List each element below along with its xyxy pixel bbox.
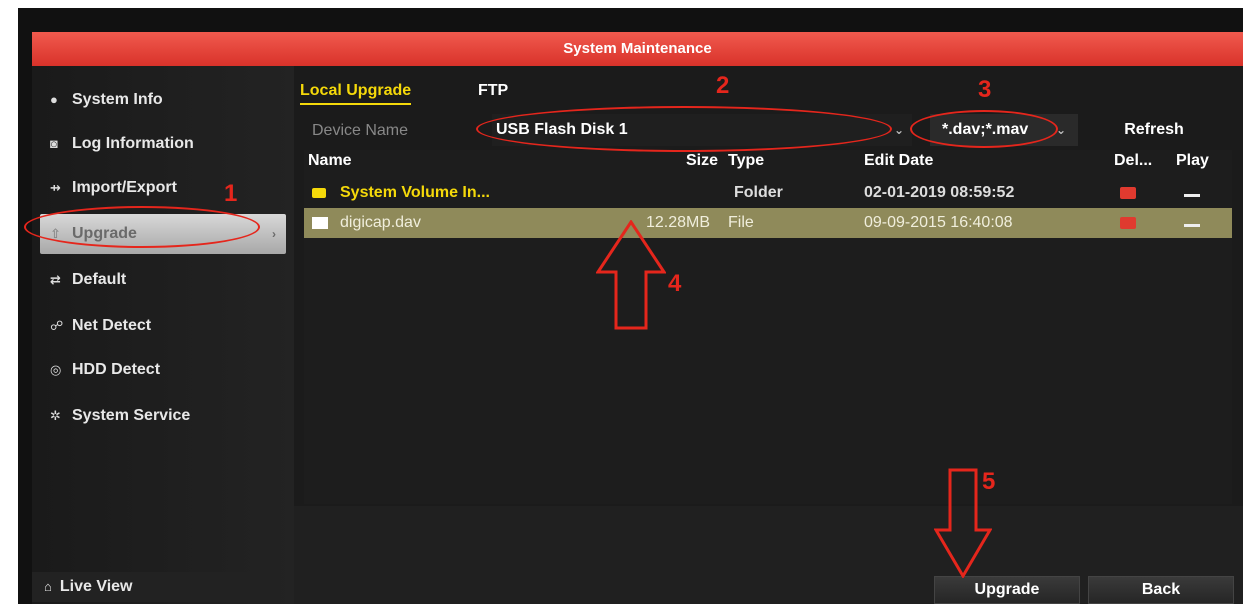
live-view-button[interactable]: ⌂ Live View bbox=[32, 572, 264, 602]
sidebar-item-system-info[interactable]: ● System Info bbox=[40, 80, 286, 120]
sidebar-item-default[interactable]: ⇄ Default bbox=[40, 260, 286, 300]
sidebar-item-label: Default bbox=[72, 271, 127, 288]
play-icon[interactable] bbox=[1184, 208, 1200, 238]
annotation-number: 4 bbox=[668, 270, 682, 297]
import-export-icon: ⇸ bbox=[50, 180, 61, 195]
default-icon: ⇄ bbox=[50, 272, 61, 287]
sidebar-item-label: Log Information bbox=[72, 135, 194, 152]
annotation-number: 3 bbox=[978, 76, 992, 103]
sidebar-item-import-export[interactable]: ⇸ Import/Export bbox=[40, 168, 286, 208]
column-header-play[interactable]: Play bbox=[1176, 152, 1209, 170]
column-header-name[interactable]: Name bbox=[308, 152, 352, 170]
sidebar-item-label: System Service bbox=[72, 407, 191, 424]
table-row-selected[interactable]: digicap.dav 12.28MB File 09-09-2015 16:4… bbox=[304, 208, 1232, 238]
back-button[interactable]: Back bbox=[1088, 576, 1234, 604]
file-icon bbox=[312, 208, 328, 240]
home-icon: ⌂ bbox=[44, 579, 52, 594]
sidebar-item-system-service[interactable]: ✲ System Service bbox=[40, 396, 286, 436]
chevron-right-icon: › bbox=[272, 227, 276, 241]
column-header-type[interactable]: Type bbox=[728, 152, 764, 170]
hdd-icon: ◎ bbox=[50, 362, 62, 377]
sidebar-item-hdd-detect[interactable]: ◎ HDD Detect bbox=[40, 350, 286, 390]
info-icon: ● bbox=[50, 92, 58, 107]
chevron-down-icon: ⌄ bbox=[893, 123, 904, 137]
file-table: Name Size Type Edit Date Del... Play Sys… bbox=[304, 150, 1232, 504]
log-icon: ◙ bbox=[50, 136, 58, 151]
play-icon[interactable] bbox=[1184, 178, 1200, 208]
delete-icon[interactable] bbox=[1120, 208, 1136, 240]
annotation-ring-device bbox=[476, 106, 892, 152]
sidebar-item-net-detect[interactable]: ☍ Net Detect bbox=[40, 306, 286, 346]
sidebar-item-label: HDD Detect bbox=[72, 361, 161, 378]
sidebar-item-label: Import/Export bbox=[72, 179, 177, 196]
file-name: System Volume In... bbox=[340, 184, 490, 201]
arrow-up-annotation-icon bbox=[596, 220, 666, 330]
refresh-button[interactable]: Refresh bbox=[1104, 114, 1204, 146]
network-icon: ☍ bbox=[50, 318, 64, 333]
dvr-screen: System Maintenance ● System Info ◙ Log Inf… bbox=[18, 8, 1243, 604]
annotation-ring-upgrade bbox=[24, 206, 260, 248]
file-name: digicap.dav bbox=[340, 214, 421, 231]
annotation-number: 1 bbox=[224, 180, 238, 207]
upgrade-button[interactable]: Upgrade bbox=[934, 576, 1080, 604]
column-header-edit-date[interactable]: Edit Date bbox=[864, 152, 933, 170]
live-view-label: Live View bbox=[59, 578, 133, 595]
sidebar-item-label: Net Detect bbox=[72, 317, 152, 334]
tab-local-upgrade[interactable]: Local Upgrade bbox=[300, 82, 412, 105]
device-name-label: Device Name bbox=[312, 122, 409, 139]
column-header-delete[interactable]: Del... bbox=[1114, 152, 1152, 170]
sidebar-item-label: System Info bbox=[72, 91, 163, 108]
service-gear-icon: ✲ bbox=[50, 408, 61, 423]
sidebar: ● System Info ◙ Log Information ⇸ Import/Ex… bbox=[32, 66, 294, 604]
file-edit-date: 02-01-2019 08:59:52 bbox=[864, 184, 1015, 201]
folder-icon bbox=[312, 178, 326, 209]
annotation-number: 2 bbox=[716, 72, 730, 99]
file-type: File bbox=[728, 214, 754, 231]
tab-ftp[interactable]: FTP bbox=[478, 82, 508, 100]
file-edit-date: 09-09-2015 16:40:08 bbox=[864, 214, 1013, 231]
sidebar-item-log-information[interactable]: ◙ Log Information bbox=[40, 124, 286, 164]
column-header-size[interactable]: Size bbox=[686, 152, 718, 170]
annotation-number: 5 bbox=[982, 468, 996, 495]
window-title: System Maintenance bbox=[32, 32, 1243, 66]
annotation-ring-filter bbox=[910, 110, 1058, 148]
delete-icon[interactable] bbox=[1120, 178, 1136, 210]
table-row[interactable]: System Volume In... Folder 02-01-2019 08… bbox=[304, 178, 1232, 208]
file-type: Folder bbox=[734, 184, 783, 201]
